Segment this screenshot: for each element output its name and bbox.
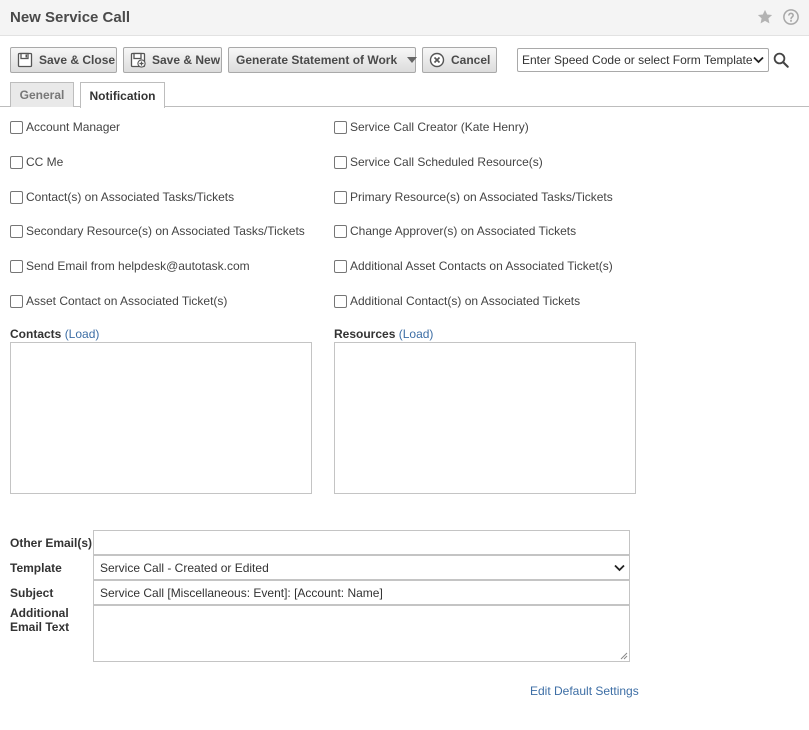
save-close-button[interactable]: Save & Close xyxy=(10,47,117,73)
checkbox-label: Asset Contact on Associated Ticket(s) xyxy=(26,294,228,308)
checkbox-box[interactable] xyxy=(334,294,347,308)
resources-listbox[interactable] xyxy=(334,342,636,494)
checkbox-box[interactable] xyxy=(334,190,347,204)
checkbox-label: Secondary Resource(s) on Associated Task… xyxy=(26,224,305,238)
cancel-button[interactable]: Cancel xyxy=(422,47,497,73)
checkbox-label: Additional Asset Contacts on Associated … xyxy=(350,259,613,273)
checkbox-account-manager[interactable]: Account Manager xyxy=(10,119,120,135)
generate-sow-button[interactable]: Generate Statement of Work xyxy=(228,47,418,73)
save-new-label: Save & New xyxy=(152,53,221,67)
resize-grip-icon[interactable] xyxy=(619,651,628,660)
checkbox-change-approvers[interactable]: Change Approver(s) on Associated Tickets xyxy=(334,223,576,239)
checkbox-additional-asset-contacts[interactable]: Additional Asset Contacts on Associated … xyxy=(334,258,613,274)
contacts-listbox[interactable] xyxy=(10,342,312,494)
checkbox-box[interactable] xyxy=(10,294,23,308)
checkbox-label: Primary Resource(s) on Associated Tasks/… xyxy=(350,190,613,204)
template-value: Service Call - Created or Edited xyxy=(100,560,269,575)
checkbox-label: Service Call Creator (Kate Henry) xyxy=(350,120,529,134)
contacts-label: Contacts xyxy=(10,327,62,341)
checkbox-label: Service Call Scheduled Resource(s) xyxy=(350,155,543,169)
cancel-label: Cancel xyxy=(451,53,491,67)
search-icon[interactable] xyxy=(772,51,790,69)
checkbox-label: Send Email from helpdesk@autotask.com xyxy=(26,259,250,273)
checkbox-primary-resources[interactable]: Primary Resource(s) on Associated Tasks/… xyxy=(334,189,613,205)
page-title: New Service Call xyxy=(10,9,131,26)
checkbox-service-call-creator[interactable]: Service Call Creator (Kate Henry) xyxy=(334,119,529,135)
star-icon[interactable] xyxy=(756,8,774,26)
checkbox-label: Contact(s) on Associated Tasks/Tickets xyxy=(26,190,235,204)
cancel-icon xyxy=(429,52,445,68)
additional-text-label-2: Email Text xyxy=(10,620,70,634)
checkbox-box[interactable] xyxy=(334,120,347,134)
checkbox-label: CC Me xyxy=(26,155,64,169)
help-icon[interactable] xyxy=(782,8,800,26)
checkbox-asset-contact[interactable]: Asset Contact on Associated Ticket(s) xyxy=(10,293,227,309)
checkbox-box[interactable] xyxy=(334,224,347,238)
contacts-heading: Contacts (Load) xyxy=(10,327,99,341)
other-emails-input[interactable] xyxy=(93,530,630,555)
contacts-load-link[interactable]: (Load) xyxy=(65,327,100,341)
resources-heading: Resources (Load) xyxy=(334,327,433,341)
save-new-icon xyxy=(130,52,146,68)
save-new-button[interactable]: Save & New xyxy=(123,47,222,73)
resources-label: Resources xyxy=(334,327,396,341)
subject-input[interactable]: Service Call [Miscellaneous: Event]: [Ac… xyxy=(93,580,630,605)
checkbox-additional-contacts[interactable]: Additional Contact(s) on Associated Tick… xyxy=(334,293,580,309)
save-icon xyxy=(17,52,33,68)
checkbox-box[interactable] xyxy=(10,224,23,238)
other-emails-label: Other Email(s) xyxy=(10,536,93,550)
generate-sow-label: Generate Statement of Work xyxy=(236,53,398,67)
caret-down-icon xyxy=(407,57,418,63)
checkbox-cc-me[interactable]: CC Me xyxy=(10,154,63,170)
checkbox-box[interactable] xyxy=(10,155,23,169)
additional-text-label-1: Additional xyxy=(10,606,69,620)
resources-load-link[interactable]: (Load) xyxy=(399,327,434,341)
title-bar: New Service Call xyxy=(0,0,809,36)
speed-code-select[interactable]: Enter Speed Code or select Form Template xyxy=(517,48,769,72)
checkbox-box[interactable] xyxy=(10,120,23,134)
additional-email-textarea[interactable] xyxy=(93,605,630,662)
tab-general[interactable]: General xyxy=(10,82,74,107)
checkbox-box[interactable] xyxy=(10,259,23,273)
checkbox-contacts-associated[interactable]: Contact(s) on Associated Tasks/Tickets xyxy=(10,189,234,205)
tab-notification[interactable]: Notification xyxy=(80,82,165,108)
save-close-label: Save & Close xyxy=(39,53,116,67)
edit-default-settings-link[interactable]: Edit Default Settings xyxy=(530,684,639,698)
checkbox-box[interactable] xyxy=(334,155,347,169)
checkbox-label: Account Manager xyxy=(26,120,121,134)
checkbox-send-from-helpdesk[interactable]: Send Email from helpdesk@autotask.com xyxy=(10,258,250,274)
checkbox-box[interactable] xyxy=(10,190,23,204)
checkbox-label: Change Approver(s) on Associated Tickets xyxy=(350,224,577,238)
chevron-down-icon xyxy=(614,564,625,571)
speed-code-text: Enter Speed Code or select Form Template xyxy=(522,53,753,67)
chevron-down-icon xyxy=(753,56,764,64)
checkbox-scheduled-resources[interactable]: Service Call Scheduled Resource(s) xyxy=(334,154,543,170)
checkbox-secondary-resources[interactable]: Secondary Resource(s) on Associated Task… xyxy=(10,223,305,239)
template-label: Template xyxy=(10,561,62,575)
checkbox-label: Additional Contact(s) on Associated Tick… xyxy=(350,294,581,308)
template-select[interactable]: Service Call - Created or Edited xyxy=(93,555,630,580)
checkbox-box[interactable] xyxy=(334,259,347,273)
subject-label: Subject xyxy=(10,586,54,600)
